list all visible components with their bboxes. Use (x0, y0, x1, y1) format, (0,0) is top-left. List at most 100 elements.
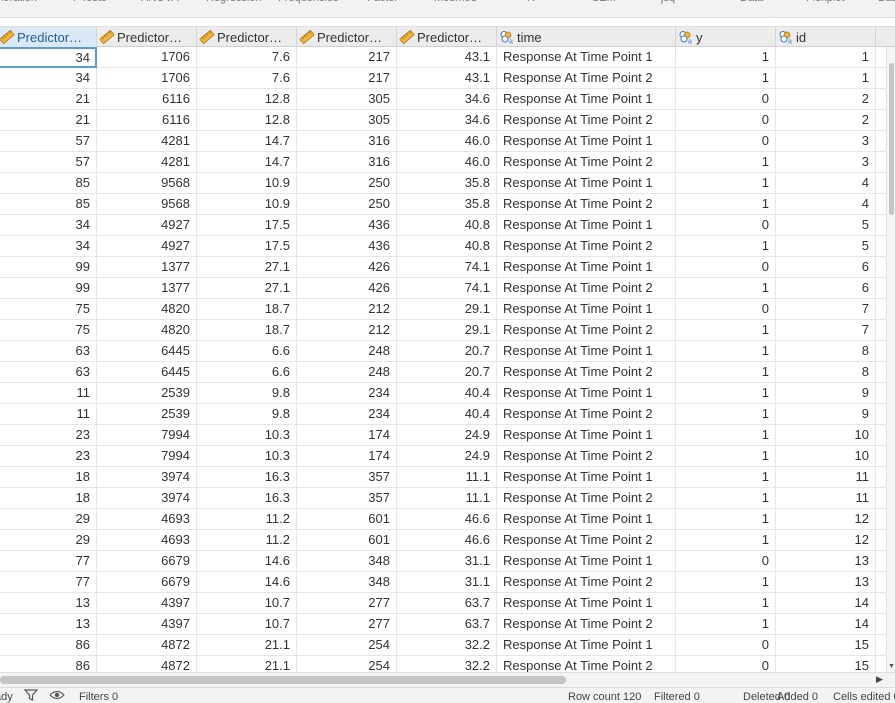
table-cell[interactable]: Response At Time Point 1 (497, 341, 676, 362)
table-cell[interactable]: 1 (676, 47, 776, 68)
table-cell[interactable]: 10.9 (197, 173, 297, 194)
ribbon-item[interactable]: T-Tests (71, 0, 106, 4)
table-cell[interactable]: 426 (297, 257, 397, 278)
table-cell[interactable]: 1 (676, 488, 776, 509)
table-cell[interactable]: Response At Time Point 1 (497, 299, 676, 320)
table-cell[interactable]: Response At Time Point 2 (497, 530, 676, 551)
table-cell[interactable]: Response At Time Point 2 (497, 68, 676, 89)
table-cell[interactable]: 1 (676, 383, 776, 404)
table-cell[interactable]: 0 (676, 110, 776, 131)
table-cell[interactable]: 16.3 (197, 467, 297, 488)
table-cell[interactable]: 43.1 (397, 47, 497, 68)
table-cell[interactable]: 14.7 (197, 152, 297, 173)
table-cell[interactable]: 357 (297, 467, 397, 488)
vertical-scroll-thumb[interactable] (889, 63, 894, 215)
table-cell[interactable]: Response At Time Point 1 (497, 383, 676, 404)
table-cell[interactable]: 1 (676, 362, 776, 383)
table-cell[interactable]: Response At Time Point 1 (497, 257, 676, 278)
table-cell[interactable]: Response At Time Point 2 (497, 320, 676, 341)
table-cell[interactable]: 1377 (97, 278, 197, 299)
table-cell[interactable]: 1 (676, 425, 776, 446)
table-cell[interactable]: 40.4 (397, 404, 497, 425)
ribbon-item[interactable]: Regression (206, 0, 262, 4)
table-cell[interactable]: 601 (297, 530, 397, 551)
table-cell[interactable]: 234 (297, 404, 397, 425)
table-cell[interactable]: 40.4 (397, 383, 497, 404)
table-cell[interactable]: 34 (0, 236, 97, 257)
table-cell[interactable]: 6445 (97, 362, 197, 383)
table-cell[interactable]: 2 (776, 110, 876, 131)
table-cell[interactable]: 1 (676, 152, 776, 173)
table-cell[interactable]: 2 (776, 89, 876, 110)
ribbon-item[interactable]: Medmod (434, 0, 477, 4)
table-cell[interactable]: 17.5 (197, 215, 297, 236)
table-cell[interactable]: Response At Time Point 2 (497, 446, 676, 467)
table-cell[interactable]: 1 (676, 320, 776, 341)
table-cell[interactable]: 0 (676, 131, 776, 152)
table-cell[interactable]: 0 (676, 656, 776, 672)
table-cell[interactable]: 4872 (97, 635, 197, 656)
table-cell[interactable]: 10.7 (197, 614, 297, 635)
filter-icon[interactable] (23, 689, 39, 703)
table-cell[interactable]: 43.1 (397, 68, 497, 89)
column-header-5[interactable]: Predictor… (397, 27, 497, 47)
table-cell[interactable]: 20.7 (397, 362, 497, 383)
table-cell[interactable]: 4 (776, 194, 876, 215)
table-cell[interactable]: 8 (776, 341, 876, 362)
table-cell[interactable]: 5 (776, 236, 876, 257)
table-cell[interactable]: 32.2 (397, 656, 497, 672)
table-cell[interactable]: 21 (0, 110, 97, 131)
ribbon-item[interactable]: SEM (592, 0, 616, 4)
table-cell[interactable]: 14 (776, 614, 876, 635)
table-cell[interactable]: 11 (0, 404, 97, 425)
table-cell[interactable]: 9568 (97, 173, 197, 194)
table-cell[interactable]: Response At Time Point 1 (497, 89, 676, 110)
table-cell[interactable]: 277 (297, 614, 397, 635)
table-cell[interactable]: 24.9 (397, 446, 497, 467)
table-cell[interactable]: Response At Time Point 2 (497, 110, 676, 131)
table-cell[interactable]: 29 (0, 530, 97, 551)
table-cell[interactable]: 1 (676, 404, 776, 425)
active-cell[interactable]: 34 (0, 47, 97, 68)
table-cell[interactable]: 9.8 (197, 404, 297, 425)
table-cell[interactable]: 46.0 (397, 131, 497, 152)
horizontal-scroll-thumb[interactable] (0, 676, 566, 684)
table-cell[interactable]: 40.8 (397, 215, 497, 236)
table-cell[interactable]: 9 (776, 383, 876, 404)
table-cell[interactable]: 18 (0, 488, 97, 509)
table-cell[interactable]: 17.5 (197, 236, 297, 257)
table-cell[interactable]: 0 (676, 551, 776, 572)
table-cell[interactable]: 0 (676, 89, 776, 110)
table-cell[interactable]: Response At Time Point 1 (497, 47, 676, 68)
table-cell[interactable]: 217 (297, 68, 397, 89)
table-cell[interactable]: 6116 (97, 110, 197, 131)
table-cell[interactable]: Response At Time Point 1 (497, 593, 676, 614)
table-cell[interactable]: 8 (776, 362, 876, 383)
table-cell[interactable]: Response At Time Point 1 (497, 131, 676, 152)
table-cell[interactable]: Response At Time Point 1 (497, 467, 676, 488)
horizontal-scrollbar[interactable]: ▶ (0, 672, 895, 687)
table-cell[interactable]: 29 (0, 509, 97, 530)
table-cell[interactable]: 4281 (97, 131, 197, 152)
table-cell[interactable]: 34.6 (397, 110, 497, 131)
table-cell[interactable]: 10 (776, 446, 876, 467)
table-cell[interactable]: 13 (0, 614, 97, 635)
table-cell[interactable]: 250 (297, 194, 397, 215)
table-cell[interactable]: 6.6 (197, 341, 297, 362)
column-header-3[interactable]: Predictor… (197, 27, 297, 47)
table-cell[interactable]: 1 (676, 614, 776, 635)
column-header-8[interactable]: a id (776, 27, 876, 47)
table-cell[interactable]: 4 (776, 173, 876, 194)
table-cell[interactable]: 63.7 (397, 614, 497, 635)
table-cell[interactable]: 74.1 (397, 257, 497, 278)
table-cell[interactable]: 10.3 (197, 425, 297, 446)
table-cell[interactable]: 10 (776, 425, 876, 446)
table-cell[interactable]: Response At Time Point 2 (497, 614, 676, 635)
table-cell[interactable]: 9568 (97, 194, 197, 215)
table-cell[interactable]: 2539 (97, 404, 197, 425)
table-cell[interactable]: 34 (0, 215, 97, 236)
table-cell[interactable]: 1 (676, 278, 776, 299)
column-header-4[interactable]: Predictor… (297, 27, 397, 47)
table-cell[interactable]: 46.6 (397, 530, 497, 551)
table-cell[interactable]: 12 (776, 530, 876, 551)
